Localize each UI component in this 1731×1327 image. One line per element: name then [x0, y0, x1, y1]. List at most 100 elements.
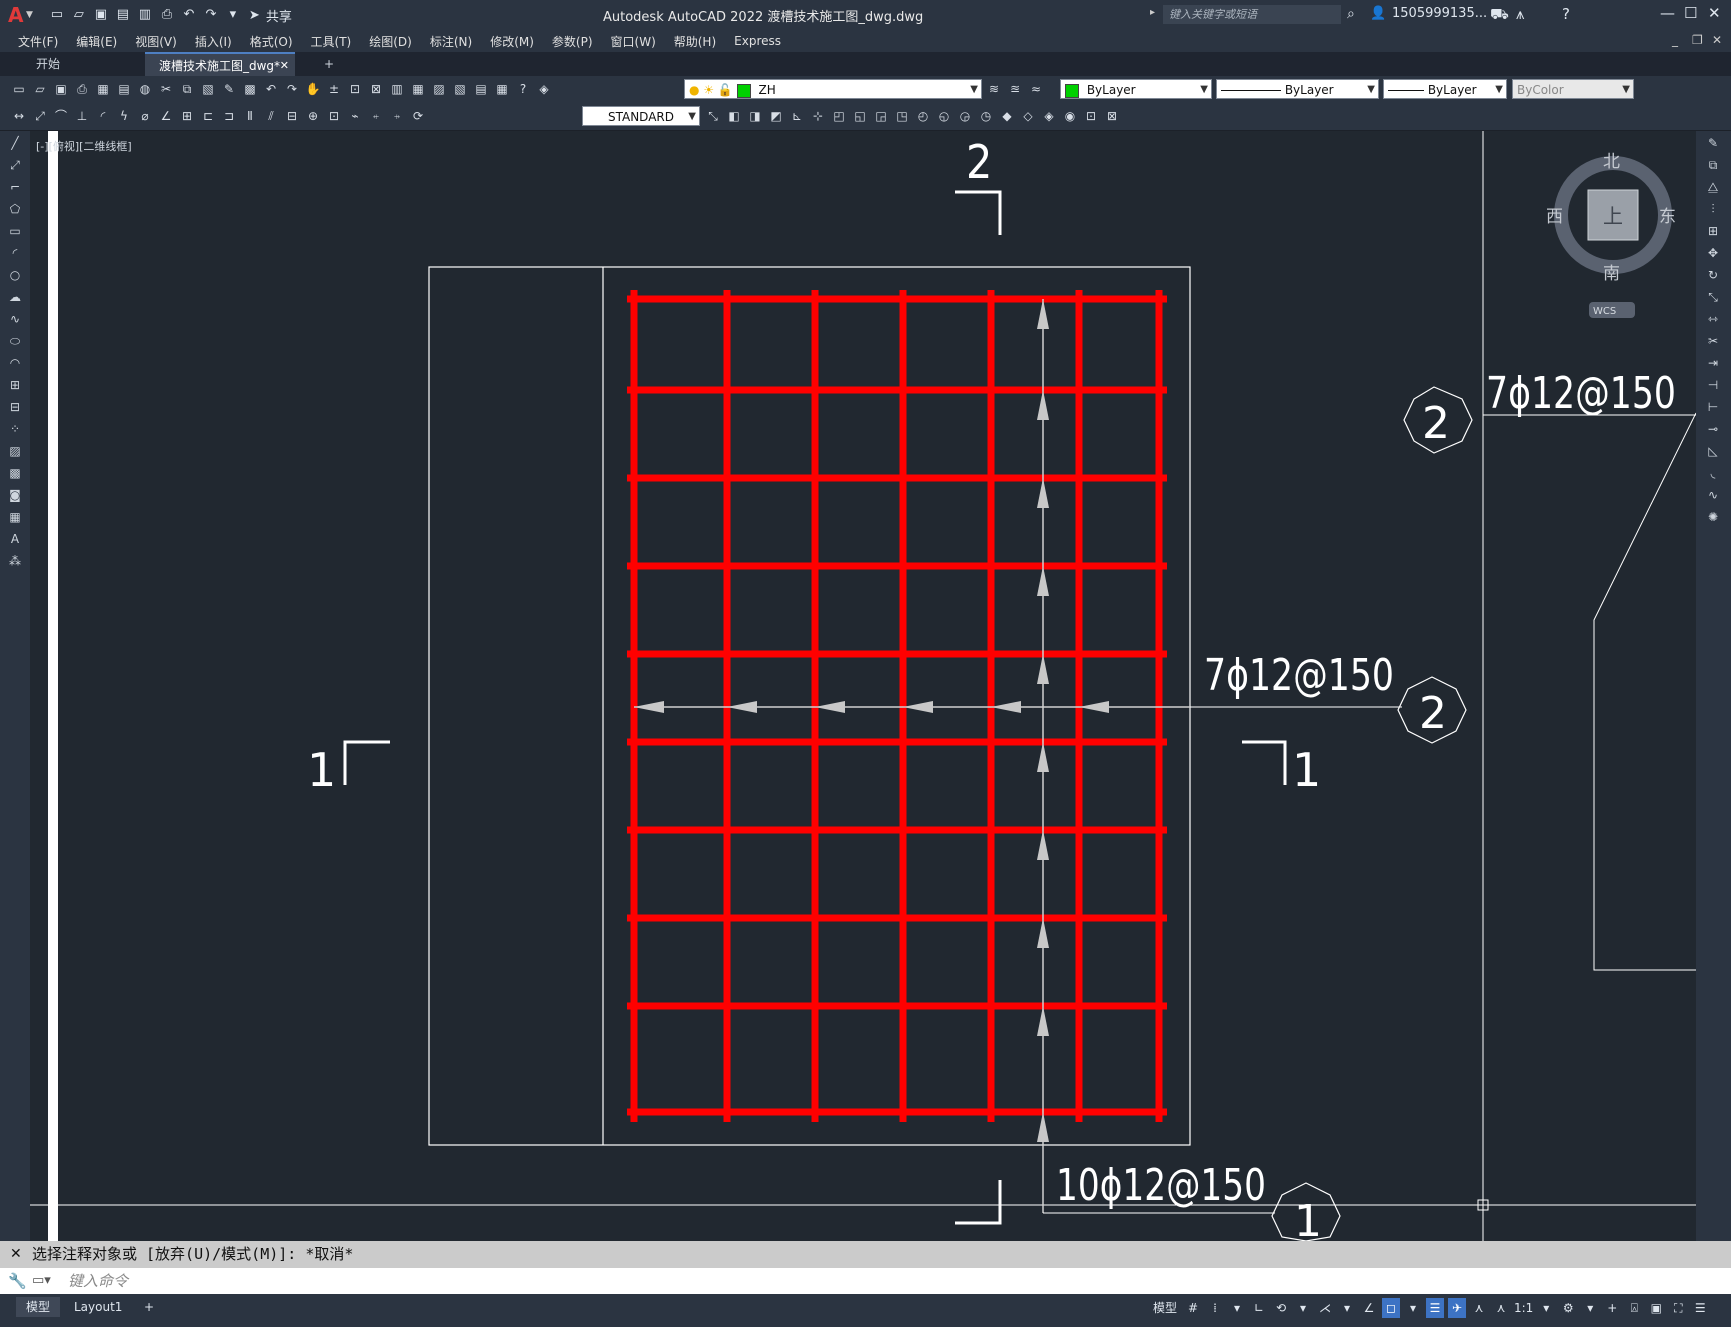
- plot-icon[interactable]: ⎙: [157, 5, 177, 25]
- viewcube-west[interactable]: 西: [1546, 207, 1563, 227]
- ucs-origin-icon[interactable]: ◳: [893, 107, 911, 125]
- layer-freeze-icon[interactable]: ☀: [703, 83, 714, 97]
- dim-jogged-icon[interactable]: ϟ: [115, 107, 133, 125]
- pan-icon[interactable]: ✋: [304, 80, 322, 98]
- line-icon[interactable]: ╱: [3, 133, 27, 153]
- hatch-icon[interactable]: ▨: [3, 441, 27, 461]
- point-icon[interactable]: ⁘: [3, 419, 27, 439]
- jogged-linear-icon[interactable]: ⌁: [346, 107, 364, 125]
- help-icon[interactable]: ?: [1562, 5, 1570, 23]
- tab-drawing[interactable]: 渡槽技术施工图_dwg* ✕: [145, 52, 295, 76]
- break-point-icon[interactable]: ⊣: [1701, 375, 1725, 395]
- trim-icon[interactable]: ✂: [1701, 331, 1725, 351]
- viewcube-east[interactable]: 东: [1659, 207, 1676, 227]
- polar-icon[interactable]: ⟲: [1272, 1298, 1290, 1318]
- preview-icon[interactable]: ▦: [94, 80, 112, 98]
- user-icon[interactable]: 👤: [1370, 6, 1386, 21]
- dim-break-icon[interactable]: ⫽: [262, 107, 280, 125]
- insert-block-icon[interactable]: ⊞: [3, 375, 27, 395]
- snap-dropdown-icon[interactable]: ▾: [1228, 1298, 1246, 1318]
- isolate-icon[interactable]: ⍓: [1625, 1298, 1643, 1318]
- undo-tool-icon[interactable]: ↶: [262, 80, 280, 98]
- explode-icon[interactable]: ✺: [1701, 507, 1725, 527]
- search-input[interactable]: 键入关键字或短语: [1163, 5, 1341, 24]
- layer-lock-icon[interactable]: 🔓: [718, 83, 733, 97]
- menu-window[interactable]: 窗口(W): [611, 33, 656, 50]
- layer-manager-icon[interactable]: ◈: [535, 80, 553, 98]
- dim-baseline-icon[interactable]: ⊏: [199, 107, 217, 125]
- chevron-down-icon[interactable]: ▼: [1200, 80, 1208, 100]
- design-center-icon[interactable]: ▦: [409, 80, 427, 98]
- menu-insert[interactable]: 插入(I): [195, 33, 232, 50]
- dim-arc-icon[interactable]: ⌒: [52, 107, 70, 125]
- join-icon[interactable]: ⊸: [1701, 419, 1725, 439]
- open-file-icon[interactable]: ▱: [31, 80, 49, 98]
- dim-aligned-icon[interactable]: ⤢: [31, 107, 49, 125]
- ucs-zaxis-icon[interactable]: ◴: [914, 107, 932, 125]
- object-track-icon[interactable]: ∠: [1360, 1298, 1378, 1318]
- redo-tool-icon[interactable]: ↷: [283, 80, 301, 98]
- menu-tools[interactable]: 工具(T): [311, 33, 352, 50]
- snap-icon[interactable]: ⁞: [1206, 1298, 1224, 1318]
- command-input[interactable]: 键入命令: [68, 1268, 128, 1294]
- tab-model[interactable]: 模型: [16, 1297, 61, 1317]
- viewcube[interactable]: 上 北 南 东 西 WCS: [1546, 152, 1676, 318]
- zoom-window-icon[interactable]: ⊡: [346, 80, 364, 98]
- markup-icon[interactable]: ▤: [472, 80, 490, 98]
- inspect-icon[interactable]: ⊡: [325, 107, 343, 125]
- mirror-icon[interactable]: ⧋: [1701, 177, 1725, 197]
- scale-dropdown-icon[interactable]: ▾: [1537, 1298, 1555, 1318]
- calculator-icon[interactable]: ▦: [493, 80, 511, 98]
- workspace-gear-icon[interactable]: ⚙: [1559, 1298, 1577, 1318]
- insert-block-icon[interactable]: ⊡: [1082, 107, 1100, 125]
- cart-icon[interactable]: ⛟: [1490, 5, 1509, 25]
- color-dropdown[interactable]: ByLayer ▼: [1060, 79, 1212, 99]
- dim-edit-icon[interactable]: ⍅: [367, 107, 385, 125]
- command-line[interactable]: 🔧 ▭▾ 键入命令: [0, 1268, 1731, 1294]
- isodraft-icon[interactable]: ⋌: [1316, 1298, 1334, 1318]
- annotation-scale-icon[interactable]: ⋏: [1492, 1298, 1510, 1318]
- attach-icon[interactable]: ⊠: [1103, 107, 1121, 125]
- render-icon[interactable]: ◉: [1061, 107, 1079, 125]
- ortho-icon[interactable]: ∟: [1250, 1298, 1268, 1318]
- print-icon[interactable]: ⎙: [73, 80, 91, 98]
- annotation-monitor-icon[interactable]: ✈: [1448, 1298, 1466, 1318]
- tab-layout1[interactable]: Layout1: [64, 1297, 132, 1317]
- undo-icon[interactable]: ↶: [179, 5, 199, 25]
- redo-icon[interactable]: ↷: [201, 5, 221, 25]
- construction-line-icon[interactable]: ⤢: [3, 155, 27, 175]
- new-tab-icon[interactable]: +: [310, 52, 348, 76]
- osnap-dropdown-icon[interactable]: ▾: [1404, 1298, 1422, 1318]
- maximize-icon[interactable]: ☐: [1684, 4, 1697, 22]
- menu-edit[interactable]: 编辑(E): [76, 33, 117, 50]
- move-icon[interactable]: ✥: [1701, 243, 1725, 263]
- add-selected-icon[interactable]: ⁂: [3, 551, 27, 571]
- menu-parametric[interactable]: 参数(P): [552, 33, 593, 50]
- add-layout-icon[interactable]: +: [134, 1297, 164, 1317]
- dim-diameter-icon[interactable]: ⌀: [136, 107, 154, 125]
- minimize-icon[interactable]: —: [1660, 4, 1675, 22]
- help-tool-icon[interactable]: ?: [514, 80, 532, 98]
- chevron-down-icon[interactable]: ▼: [1622, 80, 1630, 100]
- view-left-icon[interactable]: ◩: [767, 107, 785, 125]
- menu-express[interactable]: Express: [734, 34, 781, 48]
- copy-icon[interactable]: ⧉: [178, 80, 196, 98]
- zoom-previous-icon[interactable]: ⊠: [367, 80, 385, 98]
- view-top-icon[interactable]: ◧: [725, 107, 743, 125]
- viewport-controls[interactable]: [-][俯视][二维线框]: [36, 138, 132, 154]
- block-editor-icon[interactable]: ▩: [241, 80, 259, 98]
- clean-screen-icon[interactable]: ⛶: [1669, 1298, 1687, 1318]
- mtext-icon[interactable]: A: [3, 529, 27, 549]
- stretch-icon[interactable]: ⇿: [1701, 309, 1725, 329]
- erase-icon[interactable]: ✎: [1701, 133, 1725, 153]
- tolerance-icon[interactable]: ⊟: [283, 107, 301, 125]
- open-icon[interactable]: ▱: [69, 5, 89, 25]
- match-prop-icon[interactable]: ✎: [220, 80, 238, 98]
- ellipse-arc-icon[interactable]: ◠: [3, 353, 27, 373]
- plot-publish-icon[interactable]: ▤: [115, 80, 133, 98]
- linetype-dropdown[interactable]: ByLayer ▼: [1216, 79, 1379, 99]
- drawing-area[interactable]: 2 1 1 7ϕ12@150 10ϕ12@150 7ϕ12@150 2 2 1 …: [30, 131, 1697, 1247]
- doc-minimize-icon[interactable]: _: [1672, 33, 1678, 47]
- menu-draw[interactable]: 绘图(D): [369, 33, 412, 50]
- cut-icon[interactable]: ✂: [157, 80, 175, 98]
